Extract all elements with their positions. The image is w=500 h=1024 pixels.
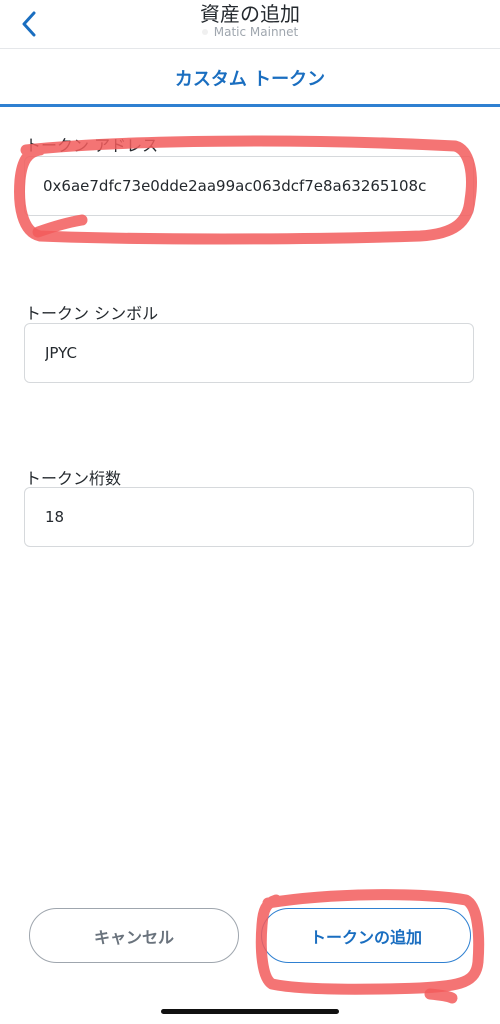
token-address-label: トークン アドレス bbox=[25, 136, 159, 155]
token-address-field[interactable] bbox=[24, 156, 474, 216]
network-dot-icon bbox=[201, 29, 208, 35]
token-address-input[interactable] bbox=[43, 177, 455, 195]
home-indicator bbox=[161, 1009, 339, 1014]
header: 資産の追加 Matic Mainnet bbox=[0, 0, 500, 49]
add-token-button[interactable]: トークンの追加 bbox=[261, 908, 471, 963]
token-decimals-field[interactable] bbox=[24, 487, 474, 547]
token-decimals-input[interactable] bbox=[45, 508, 453, 526]
tab-custom-token-label: カスタム トークン bbox=[174, 68, 326, 90]
add-token-button-label: トークンの追加 bbox=[309, 927, 422, 947]
add-button-highlight-tail bbox=[424, 988, 458, 1004]
token-symbol-input[interactable] bbox=[45, 344, 453, 362]
page-title: 資産の追加 bbox=[200, 2, 300, 26]
cancel-button[interactable]: キャンセル bbox=[29, 908, 239, 963]
token-decimals-label: トークン桁数 bbox=[25, 469, 122, 488]
tab-active-indicator bbox=[0, 104, 500, 107]
tab-custom-token[interactable]: カスタム トークン bbox=[0, 49, 500, 106]
network-indicator: Matic Mainnet bbox=[0, 25, 500, 39]
token-symbol-field[interactable] bbox=[24, 323, 474, 383]
network-name: Matic Mainnet bbox=[213, 25, 299, 39]
token-symbol-label: トークン シンボル bbox=[25, 304, 159, 323]
cancel-button-label: キャンセル bbox=[93, 927, 174, 947]
address-highlight-tail bbox=[32, 214, 88, 238]
